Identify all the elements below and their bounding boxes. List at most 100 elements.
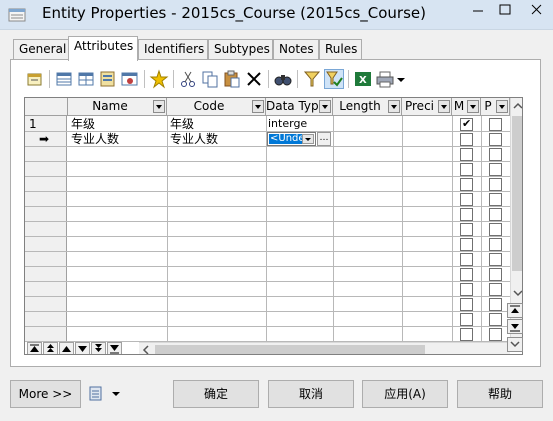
- column-primary-dropdown-icon[interactable]: [496, 100, 508, 113]
- empty-primary-checkbox[interactable]: [489, 208, 502, 221]
- empty-primary-checkbox[interactable]: [489, 313, 502, 326]
- empty-primary-checkbox[interactable]: [489, 163, 502, 176]
- column-header-length[interactable]: Length: [333, 98, 402, 116]
- customize-columns-button[interactable]: [324, 69, 344, 89]
- print-dropdown-button[interactable]: [395, 69, 407, 89]
- empty-mandatory-checkbox[interactable]: [460, 313, 473, 326]
- tab-subtypes[interactable]: Subtypes: [208, 39, 273, 60]
- find-button[interactable]: [273, 69, 293, 89]
- tab-notes[interactable]: Notes: [273, 39, 319, 60]
- row-1-marker[interactable]: 1: [29, 117, 65, 131]
- empty-mandatory-checkbox[interactable]: [460, 148, 473, 161]
- move-up-button[interactable]: [59, 342, 74, 354]
- add-attribute-button[interactable]: [98, 69, 118, 89]
- empty-mandatory-checkbox[interactable]: [460, 223, 473, 236]
- empty-primary-checkbox[interactable]: [489, 328, 502, 341]
- side-move-up-button[interactable]: [507, 303, 523, 318]
- empty-mandatory-checkbox[interactable]: [460, 163, 473, 176]
- layout-menu-button[interactable]: [88, 384, 124, 404]
- empty-primary-checkbox[interactable]: [489, 178, 502, 191]
- more-button[interactable]: More >>: [10, 380, 81, 408]
- empty-mandatory-checkbox[interactable]: [460, 238, 473, 251]
- empty-mandatory-checkbox[interactable]: [460, 283, 473, 296]
- empty-mandatory-checkbox[interactable]: [460, 328, 473, 341]
- row-2-primary-checkbox[interactable]: [489, 133, 502, 146]
- side-scroll-button[interactable]: [507, 337, 523, 352]
- cancel-button[interactable]: 取消: [268, 380, 354, 408]
- column-name-dropdown-icon[interactable]: [153, 100, 165, 113]
- new-button[interactable]: [149, 69, 169, 89]
- delete-button[interactable]: [244, 69, 264, 89]
- row-2-current-marker[interactable]: ➡: [39, 132, 59, 146]
- row-1-datatype[interactable]: interge: [268, 117, 331, 131]
- minimize-button[interactable]: [465, 0, 491, 20]
- move-down-button[interactable]: [75, 342, 90, 354]
- row-2-mandatory-checkbox[interactable]: [460, 133, 473, 146]
- scroll-down-icon[interactable]: [513, 289, 523, 297]
- column-header-datatype[interactable]: Data Typ: [266, 98, 333, 116]
- scroll-left-icon[interactable]: [142, 345, 150, 355]
- column-header-code[interactable]: Code: [167, 98, 266, 116]
- empty-primary-checkbox[interactable]: [489, 148, 502, 161]
- row-2-name[interactable]: 专业人数: [71, 132, 165, 146]
- reuse-attribute-button[interactable]: [120, 69, 140, 89]
- paste-button[interactable]: [222, 69, 242, 89]
- side-move-down-button[interactable]: [507, 319, 523, 334]
- column-header-mandatory[interactable]: M: [452, 98, 481, 116]
- row-1-mandatory-checkbox[interactable]: [460, 117, 473, 131]
- maximize-button[interactable]: [492, 0, 518, 20]
- row-2-datatype-combo[interactable]: <Unde: [267, 132, 316, 146]
- empty-mandatory-checkbox[interactable]: [460, 193, 473, 206]
- properties-button[interactable]: [25, 69, 45, 89]
- move-up-page-button[interactable]: [43, 342, 58, 354]
- add-row-button[interactable]: [76, 69, 96, 89]
- empty-primary-checkbox[interactable]: [489, 283, 502, 296]
- empty-primary-checkbox[interactable]: [489, 253, 502, 266]
- row-1-code[interactable]: 年级: [170, 117, 264, 131]
- horizontal-scrollbar[interactable]: [139, 342, 510, 355]
- empty-primary-checkbox[interactable]: [489, 238, 502, 251]
- column-header-precision[interactable]: Preci: [402, 98, 452, 116]
- column-header-primary[interactable]: P: [481, 98, 510, 116]
- copy-button[interactable]: [200, 69, 220, 89]
- empty-mandatory-checkbox[interactable]: [460, 268, 473, 281]
- help-button[interactable]: 帮助: [457, 380, 543, 408]
- empty-mandatory-checkbox[interactable]: [460, 298, 473, 311]
- column-header-name[interactable]: Name: [68, 98, 167, 116]
- empty-primary-checkbox[interactable]: [489, 268, 502, 281]
- print-button[interactable]: [375, 69, 395, 89]
- empty-mandatory-checkbox[interactable]: [460, 253, 473, 266]
- tab-general[interactable]: General: [13, 39, 69, 60]
- close-button[interactable]: [520, 0, 553, 20]
- row-1-primary-checkbox[interactable]: [489, 118, 502, 131]
- column-precision-dropdown-icon[interactable]: [438, 100, 450, 113]
- move-top-button[interactable]: [27, 342, 42, 354]
- column-mandatory-dropdown-icon[interactable]: [467, 100, 479, 113]
- empty-mandatory-checkbox[interactable]: [460, 178, 473, 191]
- ok-button[interactable]: 确定: [173, 380, 259, 408]
- cut-button[interactable]: [178, 69, 198, 89]
- move-bottom-button[interactable]: [107, 342, 122, 354]
- column-code-dropdown-icon[interactable]: [252, 100, 264, 113]
- row-1-name[interactable]: 年级: [71, 117, 165, 131]
- row-2-code[interactable]: 专业人数: [170, 132, 264, 146]
- chevron-down-icon[interactable]: [302, 134, 314, 144]
- column-length-dropdown-icon[interactable]: [388, 100, 400, 113]
- empty-primary-checkbox[interactable]: [489, 298, 502, 311]
- export-excel-button[interactable]: X: [353, 69, 373, 89]
- column-datatype-dropdown-icon[interactable]: [319, 100, 331, 113]
- filter-button[interactable]: [302, 69, 322, 89]
- move-down-page-button[interactable]: [91, 342, 106, 354]
- vertical-scroll-thumb[interactable]: [512, 116, 522, 271]
- empty-primary-checkbox[interactable]: [489, 223, 502, 236]
- tab-rules[interactable]: Rules: [319, 39, 362, 60]
- tab-attributes[interactable]: Attributes: [68, 36, 138, 61]
- scroll-up-icon[interactable]: [513, 102, 523, 110]
- apply-button[interactable]: 应用(A): [362, 380, 448, 408]
- empty-primary-checkbox[interactable]: [489, 193, 502, 206]
- tab-identifiers[interactable]: Identifiers: [138, 39, 208, 60]
- row-2-datatype-ellipsis-button[interactable]: …: [317, 132, 331, 146]
- horizontal-scroll-thumb[interactable]: [155, 345, 425, 354]
- empty-mandatory-checkbox[interactable]: [460, 208, 473, 221]
- insert-row-button[interactable]: [54, 69, 74, 89]
